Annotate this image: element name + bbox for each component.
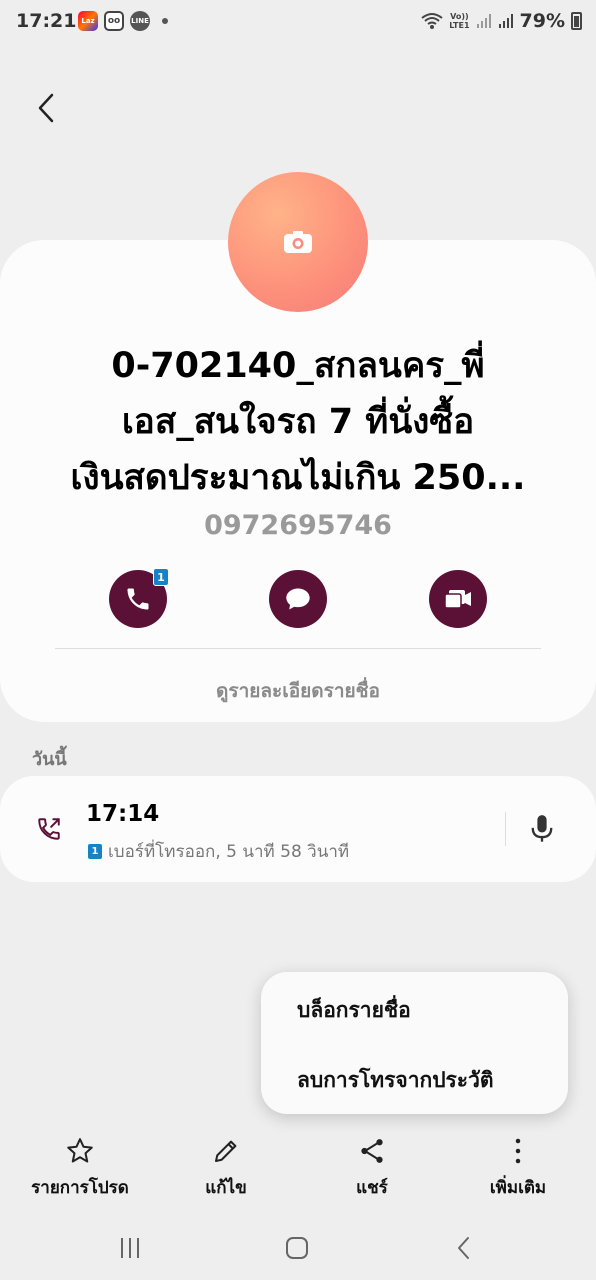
system-nav-bar xyxy=(0,1222,596,1280)
bottom-toolbar: รายการโปรด แก้ไข แชร์ เพิ่มเติม xyxy=(0,1136,596,1206)
signal-icon-1 xyxy=(476,14,491,28)
section-label-today: วันนี้ xyxy=(32,749,67,770)
quick-actions: 1 xyxy=(0,568,596,628)
more-vertical-icon xyxy=(515,1138,521,1164)
call-item-divider xyxy=(505,812,506,846)
sim-badge: 1 xyxy=(153,568,169,586)
phone-icon xyxy=(127,588,149,610)
recent-apps-button[interactable] xyxy=(110,1234,150,1262)
favorites-button[interactable]: รายการโปรด xyxy=(10,1136,150,1202)
call-recording-mic-icon[interactable] xyxy=(528,814,556,844)
sim-1-badge: 1 xyxy=(88,844,102,859)
camera-icon xyxy=(284,231,312,253)
more-label: เพิ่มเติม xyxy=(489,1178,547,1198)
star-icon xyxy=(67,1138,93,1163)
back-arrow-icon xyxy=(38,93,54,123)
share-icon xyxy=(361,1139,383,1163)
video-call-button[interactable] xyxy=(429,570,487,628)
back-button[interactable] xyxy=(28,88,64,128)
notification-icons: Laz oo LINE xyxy=(78,11,168,31)
status-time: 17:21 xyxy=(16,10,77,32)
contact-avatar[interactable] xyxy=(228,172,368,312)
message-button[interactable] xyxy=(269,570,327,628)
favorites-label: รายการโปรด xyxy=(31,1178,129,1198)
status-bar: 17:21 Laz oo LINE Vo)) LTE1 79% xyxy=(0,0,596,44)
wifi-icon xyxy=(421,13,443,29)
more-button[interactable]: เพิ่มเติม xyxy=(448,1136,588,1202)
call-time: 17:14 xyxy=(86,801,160,827)
signal-icon-2 xyxy=(498,14,513,28)
edit-button[interactable]: แก้ไข xyxy=(156,1136,296,1202)
menu-item-delete-call-history[interactable]: ลบการโทรจากประวัติ xyxy=(297,1064,494,1097)
share-button[interactable]: แชร์ xyxy=(302,1136,442,1202)
battery-percent: 79% xyxy=(519,10,565,32)
more-options-menu: บล็อกรายชื่อ ลบการโทรจากประวัติ xyxy=(261,972,568,1114)
message-icon xyxy=(286,588,310,610)
video-camera-icon xyxy=(444,590,471,609)
share-label: แชร์ xyxy=(356,1178,388,1198)
outgoing-call-icon xyxy=(38,818,60,840)
view-contact-details-link[interactable]: ดูรายละเอียดรายชื่อ xyxy=(0,676,596,706)
home-icon xyxy=(286,1237,308,1259)
home-button[interactable] xyxy=(277,1234,317,1262)
contact-name-line-2: เอส_สนใจรถ 7 ที่นั่งซื้อ xyxy=(121,402,475,442)
call-history-item[interactable]: 17:14 1 เบอร์ที่โทรออก, 5 นาที 58 วินาที xyxy=(0,776,596,882)
volte-indicator: Vo)) LTE1 xyxy=(449,12,469,30)
voicemail-icon: oo xyxy=(104,11,124,31)
contact-name: 0-702140_สกลนคร_พี่ เอส_สนใจรถ 7 ที่นั่ง… xyxy=(30,338,566,506)
call-detail: 1 เบอร์ที่โทรออก, 5 นาที 58 วินาที xyxy=(88,838,349,865)
recent-apps-icon xyxy=(121,1238,139,1258)
battery-icon xyxy=(571,12,582,30)
contact-name-line-3: เงินสดประมาณไม่เกิน 250... xyxy=(70,458,526,498)
pencil-icon xyxy=(215,1140,237,1162)
volte-label: Vo)) xyxy=(450,12,469,21)
edit-label: แก้ไข xyxy=(205,1178,247,1198)
status-right: Vo)) LTE1 79% xyxy=(421,10,582,32)
lte-label: LTE1 xyxy=(449,21,470,30)
card-divider xyxy=(55,648,541,649)
contact-number: 0972695746 xyxy=(204,510,392,541)
more-notifications-icon xyxy=(162,18,168,24)
contact-name-line-1: 0-702140_สกลนคร_พี่ xyxy=(111,346,485,386)
line-icon: LINE xyxy=(130,11,150,31)
system-back-button[interactable] xyxy=(444,1234,484,1262)
menu-item-block-contact[interactable]: บล็อกรายชื่อ xyxy=(297,994,411,1027)
call-detail-text: เบอร์ที่โทรออก, 5 นาที 58 วินาที xyxy=(108,842,350,862)
system-back-icon xyxy=(458,1237,469,1259)
call-button[interactable]: 1 xyxy=(109,568,169,628)
lazada-icon: Laz xyxy=(78,11,98,31)
